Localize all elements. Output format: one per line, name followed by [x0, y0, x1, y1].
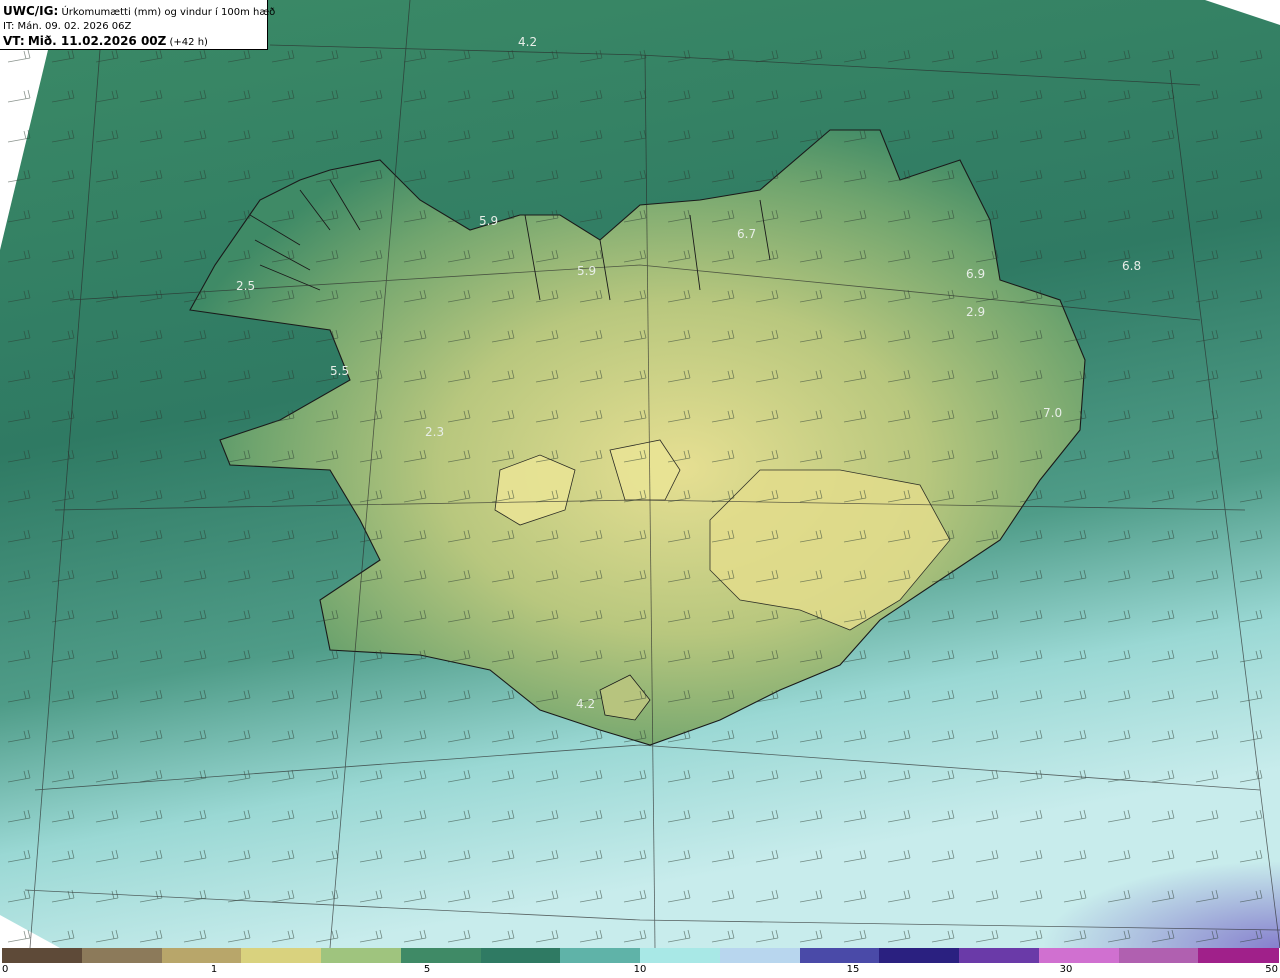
colorbar-strip: [2, 948, 1279, 963]
valid-time: Mið. 11.02.2026 00Z: [27, 34, 167, 48]
colorbar-segment: [719, 948, 800, 963]
colorbar-segment: [959, 948, 1040, 963]
wind-barbs-layer: [0, 40, 1280, 948]
colorbar-segment: [2, 948, 83, 963]
map-label: 5.9: [577, 264, 596, 278]
colorbar-segment: [81, 948, 162, 963]
colorbar-segment: [560, 948, 641, 963]
precipitation-colorbar: 0 1 5 10 15 30 50: [0, 948, 1280, 978]
colorbar-segment: [799, 948, 880, 963]
colorbar-ticks: 0 1 5 10 15 30 50: [0, 962, 1280, 978]
colorbar-segment: [161, 948, 242, 963]
precipitation-wind-map: 4.2 5.9 5.9 6.7 6.8 6.9 2.9 2.5 5.5 2.3 …: [0, 0, 1280, 948]
init-time: IT: Mán. 09. 02. 2026 06Z: [3, 21, 132, 32]
map-label: 4.2: [518, 35, 537, 49]
lead-time: (+42 h): [169, 37, 208, 48]
map-header: UWC/IG: Úrkomumætti (mm) og vindur í 100…: [0, 0, 275, 50]
model-name: UWC/IG:: [3, 4, 59, 18]
map-label: 4.2: [576, 697, 595, 711]
colorbar-segment: [640, 948, 721, 963]
map-label: 2.5: [236, 279, 255, 293]
colorbar-segment: [480, 948, 561, 963]
colorbar-tick: 1: [210, 964, 218, 975]
map-label: 5.9: [479, 214, 498, 228]
map-label: 6.8: [1122, 259, 1141, 273]
colorbar-segment: [1038, 948, 1119, 963]
map-title: Úrkomumætti (mm) og vindur í 100m hæð: [61, 7, 276, 18]
colorbar-segment: [1198, 948, 1279, 963]
map-label: 2.9: [966, 305, 985, 319]
colorbar-tick: 10: [633, 964, 647, 975]
colorbar-tick: 5: [423, 964, 431, 975]
map-label: 7.0: [1043, 406, 1062, 420]
map-label: 5.5: [330, 364, 349, 378]
colorbar-segment: [1118, 948, 1199, 963]
map-label: 6.9: [966, 267, 985, 281]
colorbar-tick: 0: [2, 964, 9, 975]
map-label: 2.3: [425, 425, 444, 439]
colorbar-tick: 30: [1059, 964, 1073, 975]
valid-prefix: VT:: [3, 34, 25, 48]
colorbar-segment: [321, 948, 402, 963]
colorbar-tick: 50: [1265, 964, 1278, 975]
colorbar-segment: [241, 948, 322, 963]
colorbar-segment: [879, 948, 960, 963]
colorbar-segment: [400, 948, 481, 963]
map-label: 6.7: [737, 227, 756, 241]
colorbar-tick: 15: [846, 964, 860, 975]
